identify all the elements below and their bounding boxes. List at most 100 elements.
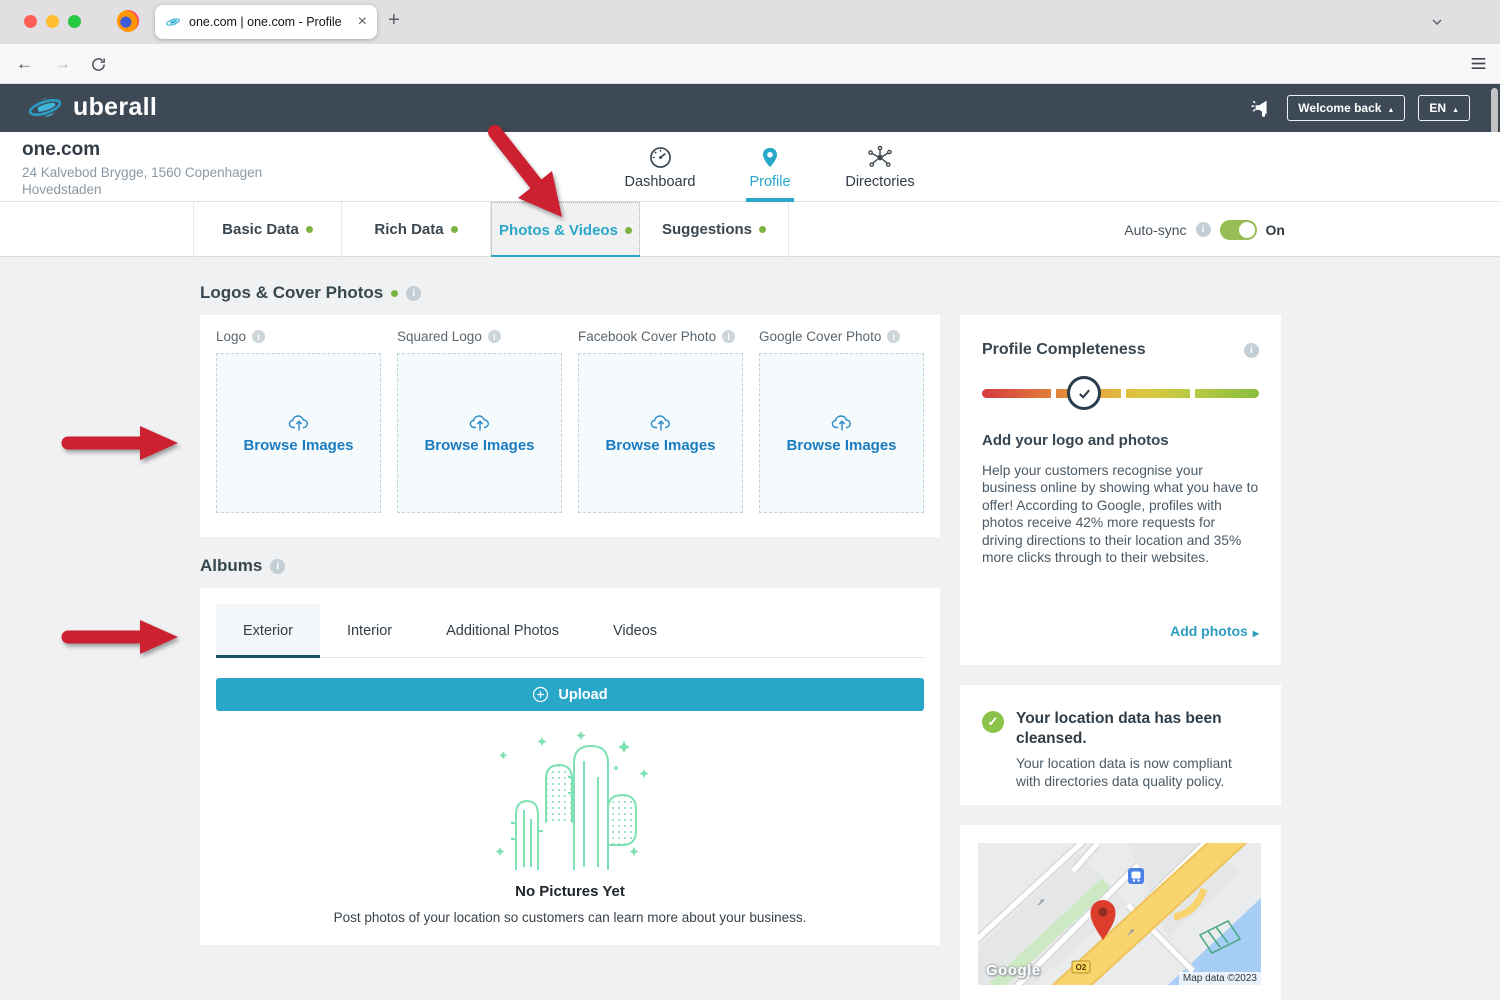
status-dot [391, 290, 398, 297]
back-button[interactable] [16, 54, 33, 74]
caret-up-icon [1387, 101, 1394, 115]
google-logo: Google [986, 962, 1041, 979]
auto-sync-control: Auto-sync On [1124, 202, 1285, 257]
location-name: one.com [22, 139, 100, 161]
screenshot-root: one.com | one.com - Profile [0, 0, 1500, 1000]
profile-pin-icon [759, 145, 781, 170]
status-dot [759, 226, 766, 233]
upload-button[interactable]: Upload [216, 678, 924, 711]
uberall-favicon-icon [165, 15, 181, 29]
completeness-body: Help your customers recognise your busin… [982, 462, 1259, 566]
facebook-cover-uploader: Facebook Cover Photo Browse Images [578, 329, 743, 513]
location-cleansed-card: Your location data has been cleansed. Yo… [960, 685, 1281, 805]
album-tab-additional-photos[interactable]: Additional Photos [419, 604, 586, 657]
directories-network-icon [867, 145, 893, 170]
reload-icon[interactable] [90, 56, 107, 73]
google-cover-uploader: Google Cover Photo Browse Images [759, 329, 924, 513]
albums-section-title: Albums [200, 556, 285, 576]
firefox-icon[interactable] [117, 10, 139, 32]
album-tab-videos[interactable]: Videos [586, 604, 684, 657]
info-icon[interactable] [252, 330, 265, 343]
empty-state-title: No Pictures Yet [200, 883, 940, 900]
cleansed-title: Your location data has been cleansed. [1016, 709, 1259, 749]
caret-up-icon [1452, 101, 1459, 115]
squared-logo-uploader: Squared Logo Browse Images [397, 329, 562, 513]
info-icon[interactable] [722, 330, 735, 343]
plus-circle-icon [532, 686, 549, 703]
minimize-window-button[interactable] [46, 15, 59, 28]
tab-title: one.com | one.com - Profile [189, 15, 350, 29]
new-tab-button[interactable] [388, 9, 400, 32]
completeness-subtitle: Add your logo and photos [982, 432, 1259, 449]
menu-icon[interactable] [1470, 56, 1487, 71]
upload-cloud-icon [468, 412, 492, 432]
close-tab-icon[interactable] [358, 13, 367, 31]
welcome-back-button[interactable]: Welcome back [1287, 95, 1405, 121]
map-card: O2 Google Map data ©2023 [960, 825, 1281, 1000]
brand-name: uberall [73, 93, 157, 122]
facebook-cover-dropzone[interactable]: Browse Images [578, 353, 743, 513]
info-icon[interactable] [1244, 343, 1259, 358]
tab-basic-data[interactable]: Basic Data [193, 202, 342, 257]
logo-dropzone[interactable]: Browse Images [216, 353, 381, 513]
close-window-button[interactable] [24, 15, 37, 28]
album-tabs: Exterior Interior Additional Photos Vide… [216, 604, 924, 658]
status-dot [306, 226, 313, 233]
tab-photos-videos[interactable]: Photos & Videos [491, 202, 640, 257]
cactus-empty-state-illustration [484, 727, 656, 873]
tab-rich-data[interactable]: Rich Data [342, 202, 491, 257]
location-map[interactable]: O2 Google Map data ©2023 [978, 843, 1261, 985]
status-dot [625, 227, 632, 234]
forward-button[interactable] [54, 54, 71, 74]
location-header: one.com 24 Kalvebod Brygge, 1560 Copenha… [0, 132, 1500, 202]
browser-tab-bar: one.com | one.com - Profile [0, 0, 1500, 44]
announcement-megaphone-icon[interactable] [1250, 97, 1274, 119]
squared-logo-dropzone[interactable]: Browse Images [397, 353, 562, 513]
completeness-check-marker [1067, 376, 1101, 410]
logos-section-title: Logos & Cover Photos [200, 283, 421, 303]
upload-cloud-icon [830, 412, 854, 432]
auto-sync-state: On [1266, 222, 1285, 238]
nav-item-directories[interactable]: Directories [838, 132, 922, 202]
triangle-right-icon [1253, 623, 1259, 639]
auto-sync-label: Auto-sync [1124, 222, 1186, 238]
road-label: O2 [1076, 963, 1087, 972]
location-address: 24 Kalvebod Brygge, 1560 Copenhagen Hove… [22, 164, 262, 198]
main-nav: Dashboard Profile Dir [618, 132, 922, 202]
completeness-title: Profile Completeness [982, 341, 1146, 359]
success-check-icon [982, 711, 1004, 733]
auto-sync-toggle[interactable] [1220, 220, 1257, 240]
browser-toolbar: https://uberall.one.com/en/app/one_uk/lo… [0, 44, 1500, 84]
info-icon[interactable] [488, 330, 501, 343]
toggle-knob [1239, 222, 1255, 238]
cleansed-body: Your location data is now compliant with… [1016, 755, 1259, 792]
browser-tab[interactable]: one.com | one.com - Profile [155, 5, 377, 39]
dashboard-gauge-icon [648, 145, 673, 170]
status-dot [451, 226, 458, 233]
scrollbar-thumb[interactable] [1491, 88, 1498, 134]
language-button[interactable]: EN [1418, 95, 1470, 121]
add-photos-link[interactable]: Add photos [1170, 623, 1259, 639]
app-header: uberall Welcome back EN [0, 84, 1500, 132]
uberall-logo[interactable]: uberall [26, 92, 157, 123]
maximize-window-button[interactable] [68, 15, 81, 28]
logo-uploader: Logo Browse Images [216, 329, 381, 513]
tab-list-chevron-icon[interactable] [1429, 14, 1445, 30]
completeness-meter [982, 376, 1259, 410]
nav-item-dashboard[interactable]: Dashboard [618, 132, 702, 202]
google-cover-dropzone[interactable]: Browse Images [759, 353, 924, 513]
albums-card: Exterior Interior Additional Photos Vide… [200, 588, 940, 945]
album-tab-exterior[interactable]: Exterior [216, 604, 320, 657]
upload-cloud-icon [649, 412, 673, 432]
tab-suggestions[interactable]: Suggestions [640, 202, 789, 257]
album-tab-interior[interactable]: Interior [320, 604, 419, 657]
info-icon[interactable] [406, 286, 421, 301]
profile-tabs-row: Basic Data Rich Data Photos & Videos Sug… [0, 202, 1500, 257]
check-icon [1077, 386, 1092, 401]
nav-item-profile[interactable]: Profile [728, 132, 812, 202]
info-icon[interactable] [270, 559, 285, 574]
empty-state-text: Post photos of your location so customer… [200, 910, 940, 925]
info-icon[interactable] [887, 330, 900, 343]
info-icon[interactable] [1196, 222, 1211, 237]
profile-completeness-card: Profile Completeness Add your logo and p… [960, 315, 1281, 665]
